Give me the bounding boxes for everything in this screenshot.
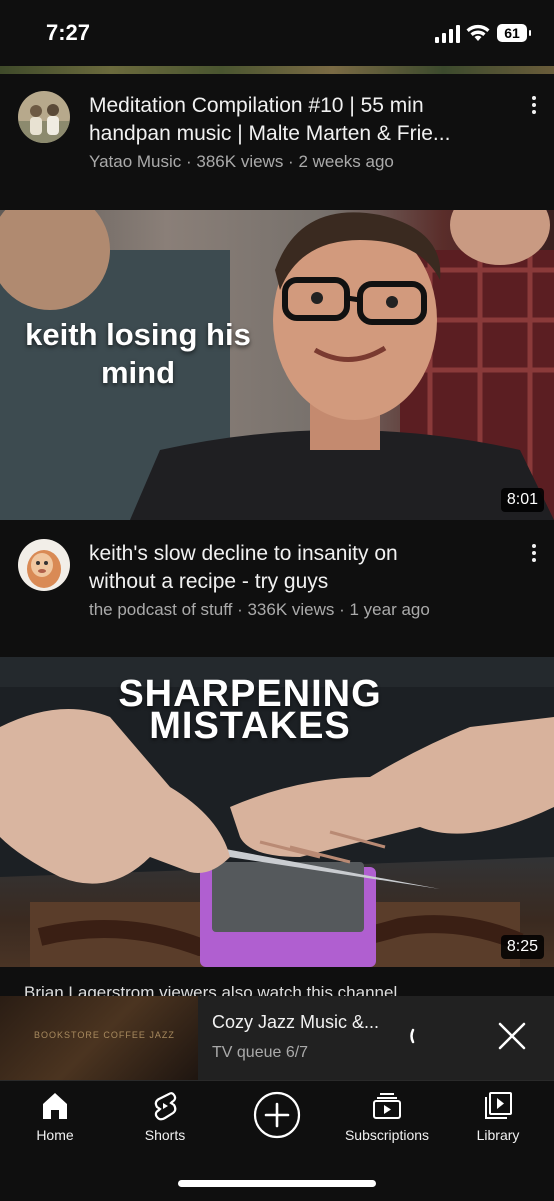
nav-home-label: Home (36, 1127, 74, 1143)
video-item-meditation[interactable]: Meditation Compilation #10 | 55 min hand… (0, 74, 554, 210)
home-indicator[interactable] (178, 1180, 376, 1187)
nav-shorts-label: Shorts (144, 1127, 186, 1143)
close-icon[interactable] (496, 1020, 528, 1052)
shorts-icon (154, 1092, 177, 1121)
channel-avatar[interactable] (18, 539, 70, 591)
subscriptions-icon (373, 1093, 401, 1119)
channel-avatar[interactable] (18, 91, 70, 143)
video-title-line-1: keith's slow decline to insanity on (89, 542, 398, 565)
video-metadata: the podcast of stuff · 336K views · 1 ye… (89, 600, 430, 619)
view-count: 336K views (247, 600, 335, 619)
video-metadata: Yatao Music · 386K views · 2 weeks ago (89, 152, 394, 171)
more-options-icon[interactable] (524, 542, 544, 566)
cellular-signal-icon (435, 25, 461, 43)
mini-player-title[interactable]: Cozy Jazz Music &... (212, 1012, 379, 1033)
previous-video-thumbnail[interactable] (0, 66, 554, 74)
channel-name[interactable]: the podcast of stuff (89, 600, 232, 619)
wifi-icon (466, 24, 490, 41)
status-time: 7:27 (46, 20, 91, 45)
status-bar: 7:27 61 (0, 0, 554, 66)
nav-subscriptions-label: Subscriptions (344, 1127, 430, 1143)
video-title[interactable]: keith's slow decline to insanity on with… (89, 540, 509, 596)
mini-player-thumbnail-text: BOOKSTORE COFFEE JAZZ (34, 1030, 175, 1040)
video-item-keith[interactable]: keith's slow decline to insanity on with… (0, 520, 554, 657)
video-thumbnail-sharpening[interactable]: SHARPENING MISTAKES 8:25 (0, 657, 554, 967)
mini-player-thumbnail[interactable]: BOOKSTORE COFFEE JAZZ (0, 996, 198, 1080)
nav-library-label: Library (476, 1127, 520, 1143)
video-duration: 8:25 (500, 935, 544, 959)
create-plus-icon (253, 1091, 301, 1139)
nav-home[interactable]: Home (5, 1089, 105, 1143)
mini-player-subtitle: TV queue 6/7 (212, 1044, 309, 1061)
loading-spinner-icon (410, 1028, 415, 1044)
video-title-line-2: without a recipe - try guys (89, 570, 329, 593)
video-title-line-1: Meditation Compilation #10 | 55 min (89, 94, 424, 117)
video-thumbnail-keith[interactable]: keith losing his mind 8:01 (0, 210, 554, 520)
nav-subscriptions[interactable]: Subscriptions (337, 1089, 437, 1143)
nav-create[interactable] (227, 1091, 327, 1143)
nav-library[interactable]: Library (448, 1089, 548, 1143)
home-icon (43, 1093, 67, 1119)
library-icon (485, 1092, 512, 1119)
upload-age: 1 year ago (349, 600, 430, 619)
upload-age: 2 weeks ago (298, 152, 394, 171)
thumbnail-overlay-text-line-2: MISTAKES (149, 705, 351, 747)
nav-shorts[interactable]: Shorts (115, 1089, 215, 1143)
battery-icon: 61 (497, 24, 531, 42)
mini-player[interactable]: BOOKSTORE COFFEE JAZZ Cozy Jazz Music &.… (0, 996, 554, 1080)
video-title[interactable]: Meditation Compilation #10 | 55 min hand… (89, 92, 509, 148)
view-count: 386K views (196, 152, 284, 171)
video-title-line-2: handpan music | Malte Marten & Frie... (89, 122, 451, 145)
channel-name[interactable]: Yatao Music (89, 152, 181, 171)
more-options-icon[interactable] (524, 94, 544, 118)
video-duration: 8:01 (500, 488, 544, 512)
thumbnail-overlay-text: keith losing his mind (25, 317, 251, 390)
